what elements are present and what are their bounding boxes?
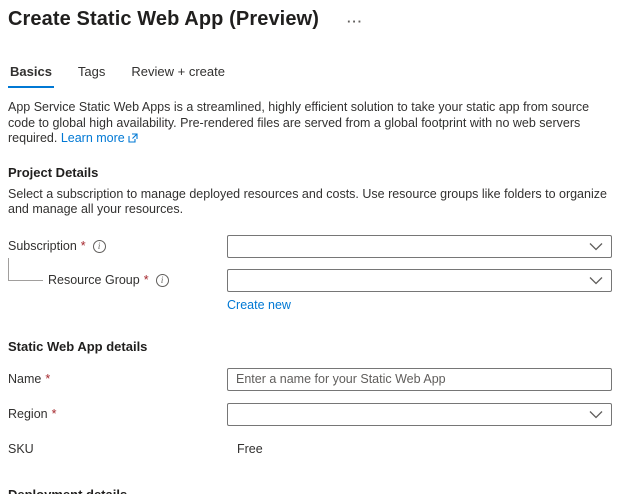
name-label-group: Name *	[8, 372, 227, 386]
tab-basics[interactable]: Basics	[8, 64, 54, 88]
tree-connector	[8, 257, 43, 281]
name-input[interactable]	[227, 367, 612, 391]
sku-label: SKU	[8, 441, 34, 456]
app-details-heading: Static Web App details	[8, 338, 148, 354]
subscription-label: Subscription	[8, 239, 77, 253]
region-label: Region	[8, 407, 48, 421]
chevron-down-icon	[589, 276, 603, 284]
external-link-icon	[128, 133, 138, 143]
sku-row: SKU Free	[8, 442, 614, 456]
subscription-dropdown[interactable]	[227, 234, 612, 258]
create-new-row: Create new	[8, 292, 614, 312]
subscription-row: Subscription * i	[8, 234, 614, 258]
region-dropdown[interactable]	[227, 402, 612, 426]
intro-paragraph: App Service Static Web Apps is a streaml…	[8, 100, 614, 147]
region-label-group: Region *	[8, 407, 227, 421]
required-asterisk: *	[80, 239, 86, 253]
name-row: Name *	[8, 367, 614, 391]
tab-review-create[interactable]: Review + create	[129, 64, 227, 88]
create-new-link[interactable]: Create new	[227, 298, 291, 312]
resource-group-dropdown[interactable]	[227, 268, 612, 292]
more-options-ellipsis-icon[interactable]: ···	[347, 15, 363, 28]
wizard-tabs: Basics Tags Review + create	[8, 64, 614, 88]
info-icon[interactable]: i	[92, 239, 106, 253]
project-details-description: Select a subscription to manage deployed…	[8, 186, 607, 217]
create-static-web-app-page: Create Static Web App (Preview) ··· Basi…	[0, 0, 624, 494]
sku-label-group: SKU	[8, 442, 227, 456]
chevron-down-icon	[589, 410, 603, 418]
required-asterisk: *	[143, 273, 149, 287]
name-label: Name	[8, 372, 42, 386]
subscription-label-group: Subscription * i	[8, 239, 227, 253]
resource-group-row: Resource Group * i	[8, 257, 614, 292]
info-icon[interactable]: i	[155, 273, 169, 287]
region-row: Region *	[8, 402, 614, 426]
page-header: Create Static Web App (Preview) ···	[8, 8, 614, 31]
required-asterisk: *	[45, 372, 51, 386]
required-asterisk: *	[51, 407, 57, 421]
deployment-details-heading: Deployment details	[8, 486, 128, 494]
project-details-heading: Project Details	[8, 164, 99, 180]
resource-group-label: Resource Group	[48, 273, 140, 287]
learn-more-link[interactable]: Learn more	[61, 131, 138, 145]
sku-value: Free	[237, 441, 263, 456]
tab-tags[interactable]: Tags	[76, 64, 107, 88]
chevron-down-icon	[589, 242, 603, 250]
page-title: Create Static Web App (Preview)	[8, 8, 319, 30]
